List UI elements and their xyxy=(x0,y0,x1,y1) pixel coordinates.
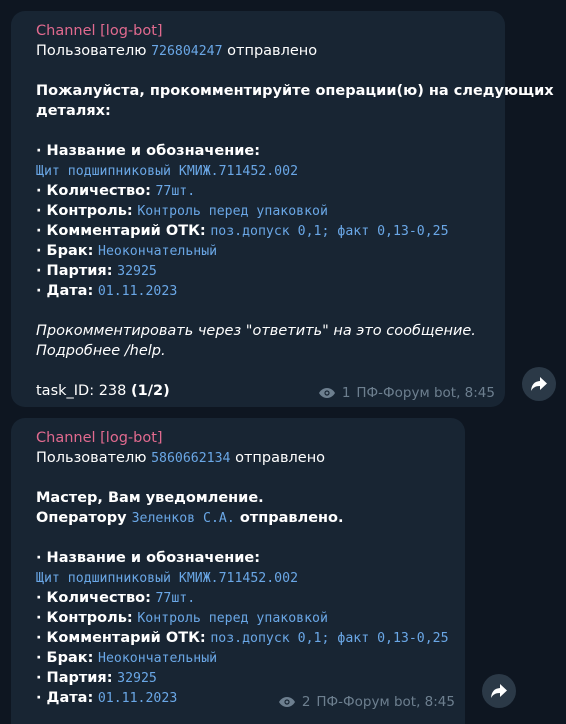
hint-text: Подробнее /help. xyxy=(36,343,166,359)
defect-label: · Брак: xyxy=(36,650,94,666)
comment-value[interactable]: поз.допуск 0,1; факт 0,13-0,25 xyxy=(210,631,448,646)
eye-icon xyxy=(318,388,335,398)
defect-value[interactable]: Неокончательный xyxy=(98,244,217,259)
defect-label: · Брак: xyxy=(36,243,94,259)
name-value[interactable]: Щит подшипниковый КМИЖ.711452.002 xyxy=(36,571,298,586)
name-value[interactable]: Щит подшипниковый КМИЖ.711452.002 xyxy=(36,164,298,179)
operator-name[interactable]: Зеленков С.А. xyxy=(132,511,235,526)
batch-label: · Партия: xyxy=(36,670,113,686)
date-value[interactable]: 01.11.2023 xyxy=(98,284,177,299)
date-value[interactable]: 01.11.2023 xyxy=(98,691,177,706)
message-meta: 2 ПФ-Форум bot, 8:45 xyxy=(278,692,455,712)
share-arrow-icon xyxy=(531,377,547,391)
qty-value[interactable]: 77шт. xyxy=(155,184,195,199)
eye-icon xyxy=(278,697,295,707)
control-label: · Контроль: xyxy=(36,203,133,219)
message-bubble[interactable]: Channel [log-bot] Пользователю 586066213… xyxy=(11,418,465,724)
batch-value[interactable]: 32925 xyxy=(117,671,157,686)
comment-label: · Комментарий ОТК: xyxy=(36,223,206,239)
share-arrow-icon xyxy=(491,684,507,698)
qty-label: · Количество: xyxy=(36,183,151,199)
intro-text: деталях: xyxy=(36,103,111,119)
share-button[interactable] xyxy=(482,674,516,708)
defect-value[interactable]: Неокончательный xyxy=(98,651,217,666)
comment-value[interactable]: поз.допуск 0,1; факт 0,13-0,25 xyxy=(210,224,448,239)
name-label: · Название и обозначение: xyxy=(36,143,261,159)
control-value[interactable]: Контроль перед упаковкой xyxy=(137,611,328,626)
notice-text: Мастер, Вам уведомление. xyxy=(36,490,264,506)
hint-text: Прокомментировать через "ответить" на эт… xyxy=(36,323,476,339)
view-count: 1 xyxy=(341,385,351,401)
operator-line: Оператору Зеленков С.А. отправлено. xyxy=(36,510,344,526)
sender-time: ПФ-Форум bot, 8:45 xyxy=(356,385,495,401)
control-value[interactable]: Контроль перед упаковкой xyxy=(137,204,328,219)
sender-name[interactable]: Channel [log-bot] xyxy=(36,428,465,448)
sender-name[interactable]: Channel [log-bot] xyxy=(36,21,505,41)
user-id[interactable]: 5860662134 xyxy=(151,451,230,466)
name-label: · Название и обозначение: xyxy=(36,550,261,566)
recipient-line: Пользователю 726804247 отправлено xyxy=(36,43,318,59)
batch-label: · Партия: xyxy=(36,263,113,279)
qty-value[interactable]: 77шт. xyxy=(155,591,195,606)
control-label: · Контроль: xyxy=(36,610,133,626)
intro-text: Пожалуйста, прокомментируйте операции(ю)… xyxy=(36,83,554,99)
recipient-line: Пользователю 5860662134 отправлено xyxy=(36,450,326,466)
share-button[interactable] xyxy=(522,367,556,401)
message-meta: 1 ПФ-Форум bot, 8:45 xyxy=(318,383,495,403)
batch-value[interactable]: 32925 xyxy=(117,264,157,279)
user-id[interactable]: 726804247 xyxy=(151,44,222,59)
date-label: · Дата: xyxy=(36,283,94,299)
date-label: · Дата: xyxy=(36,690,94,706)
sender-time: ПФ-Форум bot, 8:45 xyxy=(316,694,455,710)
message-bubble[interactable]: Channel [log-bot] Пользователю 726804247… xyxy=(11,11,554,407)
view-count: 2 xyxy=(301,694,311,710)
qty-label: · Количество: xyxy=(36,590,151,606)
comment-label: · Комментарий ОТК: xyxy=(36,630,206,646)
